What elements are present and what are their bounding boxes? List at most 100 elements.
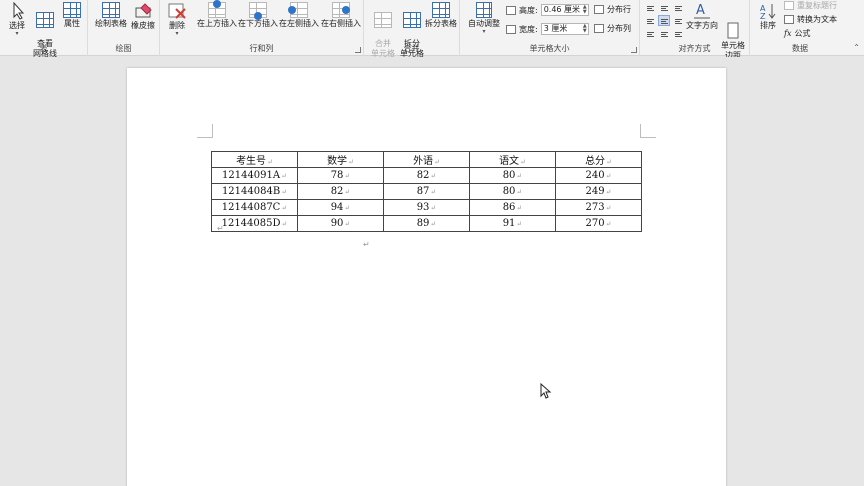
- table-cell[interactable]: 93↵: [383, 199, 470, 216]
- merge-cells-icon: [374, 12, 392, 28]
- convert-to-text-button[interactable]: 转换为文本: [784, 14, 837, 25]
- table-cell[interactable]: 94↵: [297, 199, 384, 216]
- table-header-cell[interactable]: 考生号↵: [211, 151, 298, 168]
- delete-button[interactable]: 删除 ▾: [164, 0, 190, 37]
- document-page[interactable]: 考生号↵ 数学↵ 外语↵ 语文↵ 总分↵ 12144091A↵ 78↵ 82↵ …: [127, 68, 726, 486]
- table-cell[interactable]: 240↵: [555, 167, 642, 184]
- height-row: 高度: 0.46 厘米 ▲ ▼: [506, 4, 589, 16]
- margin-mark-top-right: [640, 124, 656, 138]
- insert-above-button[interactable]: 在上方插入: [196, 0, 238, 29]
- sort-label: 排序: [760, 21, 776, 30]
- autofit-button[interactable]: 自动调整 ▾: [464, 0, 504, 35]
- convert-to-text-label: 转换为文本: [797, 15, 837, 24]
- table-cell[interactable]: 80↵: [469, 167, 556, 184]
- ribbon: 选择 ▾ 查看 网格线 属性 表 绘制表格 橡皮擦 绘图 删除 ▾ 在上方插入 …: [0, 0, 864, 60]
- table-cell[interactable]: 12144085D↵: [211, 215, 298, 232]
- table-cell[interactable]: 91↵: [469, 215, 556, 232]
- group-cell-size: 自动调整 ▾ 高度: 0.46 厘米 ▲ ▼ 宽度: 3 厘米 ▲ ▼ 分布行 分布列 …: [460, 0, 640, 56]
- cell-margins-icon: [723, 12, 743, 39]
- repeat-header-label: 重复标题行: [797, 1, 837, 10]
- width-input[interactable]: 3 厘米 ▲ ▼: [540, 23, 589, 35]
- autofit-label: 自动调整: [468, 19, 500, 28]
- cell-size-launcher-icon[interactable]: [631, 47, 637, 53]
- score-table-body: 考生号↵ 数学↵ 外语↵ 语文↵ 总分↵ 12144091A↵ 78↵ 82↵ …: [211, 151, 642, 232]
- table-cell[interactable]: 78↵: [297, 167, 384, 184]
- table-header-cell[interactable]: 数学↵: [297, 151, 384, 168]
- formula-button[interactable]: fx 公式: [784, 28, 810, 39]
- table-cell[interactable]: 89↵: [383, 215, 470, 232]
- insert-below-button[interactable]: 在下方插入: [238, 0, 278, 29]
- chevron-down-icon: ▾: [482, 28, 486, 35]
- align-bottom-right-icon[interactable]: [672, 28, 684, 39]
- group-label-draw: 绘图: [115, 44, 132, 53]
- align-middle-right-icon[interactable]: [672, 15, 684, 26]
- distribute-rows-label: 分布行: [607, 5, 631, 14]
- insert-below-label: 在下方插入: [238, 19, 278, 28]
- rows-columns-launcher-icon[interactable]: [355, 47, 361, 53]
- align-middle-left-icon[interactable]: [644, 15, 656, 26]
- table-cell[interactable]: 86↵: [469, 199, 556, 216]
- column-width-icon: [506, 24, 516, 34]
- height-value: 0.46 厘米: [543, 5, 581, 14]
- insert-above-label: 在上方插入: [197, 19, 237, 28]
- group-merge: 合并 单元格 拆分 单元格 拆分表格 合并: [364, 0, 460, 58]
- collapse-ribbon-icon[interactable]: ⌃: [853, 43, 860, 52]
- table-cell[interactable]: 12144084B↵: [211, 183, 298, 200]
- eraser-button[interactable]: 橡皮擦: [128, 0, 158, 31]
- table-cell[interactable]: 90↵: [297, 215, 384, 232]
- height-input[interactable]: 0.46 厘米 ▲ ▼: [540, 4, 589, 16]
- table-cell[interactable]: 87↵: [383, 183, 470, 200]
- formula-label: 公式: [794, 29, 811, 38]
- table-cell[interactable]: 12144091A↵: [211, 167, 298, 184]
- split-table-button[interactable]: 拆分表格: [424, 0, 458, 29]
- row-height-icon: [506, 5, 516, 15]
- height-label: 高度:: [519, 5, 538, 15]
- spinner-icon[interactable]: ▲ ▼: [583, 5, 587, 15]
- distribute-columns-button[interactable]: 分布列: [594, 23, 631, 34]
- table-header-cell[interactable]: 外语↵: [383, 151, 470, 168]
- table-cell[interactable]: 82↵: [297, 183, 384, 200]
- group-label-rows-columns: 行和列: [249, 44, 274, 53]
- sort-az-icon: AZ: [758, 2, 778, 21]
- table-cell[interactable]: 249↵: [555, 183, 642, 200]
- align-bottom-left-icon[interactable]: [644, 28, 656, 39]
- draw-table-label: 绘制表格: [95, 19, 127, 28]
- table-header-cell[interactable]: 语文↵: [469, 151, 556, 168]
- align-top-center-icon[interactable]: [658, 2, 670, 13]
- properties-button[interactable]: 属性: [60, 0, 84, 29]
- distribute-columns-label: 分布列: [607, 24, 631, 33]
- align-top-left-icon[interactable]: [644, 2, 656, 13]
- spinner-icon[interactable]: ▲ ▼: [583, 24, 587, 34]
- table-cell[interactable]: 270↵: [555, 215, 642, 232]
- svg-text:Z: Z: [760, 12, 766, 20]
- distribute-rows-button[interactable]: 分布行: [594, 4, 631, 15]
- insert-left-button[interactable]: 在左侧插入: [278, 0, 320, 29]
- margin-mark-top-left: [197, 124, 213, 138]
- group-label-merge: 合并: [403, 44, 420, 53]
- insert-right-label: 在右侧插入: [321, 19, 361, 28]
- table-cell[interactable]: 82↵: [383, 167, 470, 184]
- align-middle-center-icon[interactable]: [658, 15, 670, 26]
- split-table-icon: [432, 2, 450, 18]
- insert-left-icon: [288, 2, 308, 18]
- insert-right-icon: [332, 2, 350, 18]
- align-top-right-icon[interactable]: [672, 2, 684, 13]
- draw-table-button[interactable]: 绘制表格: [94, 0, 128, 29]
- autofit-icon: [476, 2, 492, 18]
- table-cell[interactable]: 12144087C↵: [211, 199, 298, 216]
- table-header-row: 考生号↵ 数学↵ 外语↵ 语文↵ 总分↵: [211, 151, 642, 168]
- eraser-label: 橡皮擦: [131, 21, 155, 30]
- align-bottom-center-icon[interactable]: [658, 28, 670, 39]
- sort-button[interactable]: AZ 排序: [754, 0, 782, 31]
- repeat-header-rows-button[interactable]: 重复标题行: [784, 0, 837, 11]
- score-table[interactable]: 考生号↵ 数学↵ 外语↵ 语文↵ 总分↵ 12144091A↵ 78↵ 82↵ …: [211, 151, 642, 232]
- table-cell[interactable]: 80↵: [469, 183, 556, 200]
- distribute-rows-icon: [594, 5, 604, 14]
- table-header-cell[interactable]: 总分↵: [555, 151, 642, 168]
- table-cell[interactable]: 273↵: [555, 199, 642, 216]
- chevron-down-icon: ▾: [175, 30, 179, 37]
- text-direction-button[interactable]: A 文字方向: [684, 0, 720, 31]
- group-data: AZ 排序 重复标题行 转换为文本 fx 公式 数据: [750, 0, 850, 56]
- select-button[interactable]: 选择 ▾: [4, 0, 30, 37]
- insert-right-button[interactable]: 在右侧插入: [320, 0, 362, 29]
